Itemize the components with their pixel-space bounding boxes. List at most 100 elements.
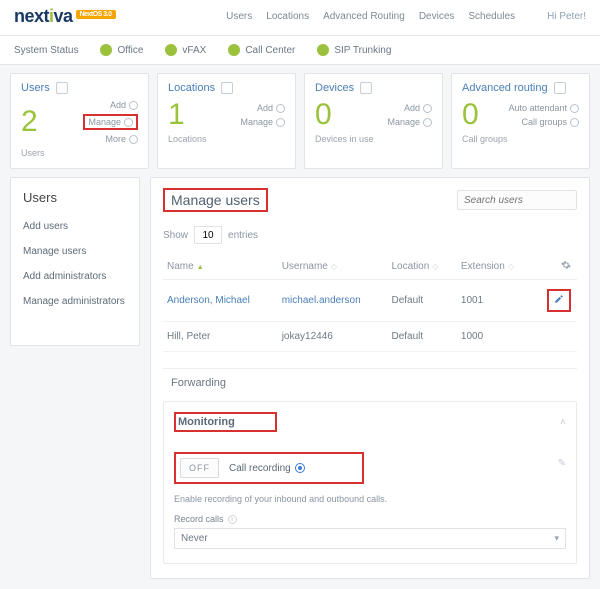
col-settings bbox=[534, 254, 577, 280]
card-devices-sub: Devices in use bbox=[315, 134, 432, 144]
top-bar: nextiva NextOS 3.0 Users Locations Advan… bbox=[0, 0, 600, 36]
card-locations-add[interactable]: Add bbox=[257, 103, 285, 113]
card-locations-count: 1 bbox=[168, 100, 185, 130]
entries-label: entries bbox=[228, 230, 258, 241]
routing-icon bbox=[554, 82, 566, 94]
row-username[interactable]: jokay12446 bbox=[278, 322, 388, 352]
toggle-off-button[interactable]: OFF bbox=[180, 458, 219, 478]
radio-selected-icon bbox=[295, 463, 305, 473]
monitoring-desc: Enable recording of your inbound and out… bbox=[174, 494, 566, 504]
card-users: Users 2 Add Manage More Users bbox=[10, 73, 149, 169]
sec-call-center[interactable]: Call Center bbox=[228, 44, 295, 56]
brand-logo: nextiva NextOS 3.0 bbox=[14, 6, 116, 27]
col-extension[interactable]: Extension◇ bbox=[457, 254, 534, 280]
devices-icon bbox=[360, 82, 372, 94]
call-recording-toggle-row: OFF Call recording bbox=[174, 452, 364, 484]
nav-devices[interactable]: Devices bbox=[419, 11, 455, 22]
row-edit-highlight bbox=[547, 289, 571, 312]
nav-schedules[interactable]: Schedules bbox=[468, 11, 515, 22]
gear-icon bbox=[561, 260, 571, 270]
aa-icon bbox=[570, 104, 579, 113]
search-input[interactable] bbox=[457, 190, 577, 210]
edit-icon[interactable] bbox=[554, 294, 564, 304]
users-table: Name Username◇ Location◇ Extension◇ Ande… bbox=[163, 254, 577, 352]
sidemenu-manage-users[interactable]: Manage users bbox=[23, 246, 127, 257]
row-name[interactable]: Hill, Peter bbox=[163, 322, 278, 352]
card-users-add[interactable]: Add bbox=[110, 100, 138, 110]
entries-input[interactable] bbox=[194, 226, 222, 244]
summary-cards: Users 2 Add Manage More Users Locations … bbox=[0, 65, 600, 177]
user-greeting[interactable]: Hi Peter! bbox=[547, 11, 586, 22]
sidemenu-add-users[interactable]: Add users bbox=[23, 221, 127, 232]
card-advrouting-sub: Call groups bbox=[462, 134, 579, 144]
vfax-icon bbox=[165, 44, 177, 56]
card-advanced-routing: Advanced routing 0 Auto attendant Call g… bbox=[451, 73, 590, 169]
col-name[interactable]: Name bbox=[163, 254, 278, 280]
nav-advanced-routing[interactable]: Advanced Routing bbox=[323, 11, 405, 22]
card-users-title: Users bbox=[21, 82, 50, 94]
main-panel: Manage users Show entries Name Username◇… bbox=[150, 177, 590, 579]
nav-locations[interactable]: Locations bbox=[266, 11, 309, 22]
page-title: Manage users bbox=[163, 188, 268, 212]
sip-icon bbox=[317, 44, 329, 56]
office-icon bbox=[100, 44, 112, 56]
plus-icon bbox=[276, 104, 285, 113]
sec-vfax[interactable]: vFAX bbox=[165, 44, 206, 56]
row-extension: 1001 bbox=[457, 280, 534, 322]
sec-office[interactable]: Office bbox=[100, 44, 143, 56]
card-users-more[interactable]: More bbox=[105, 134, 138, 144]
locations-icon bbox=[221, 82, 233, 94]
table-row: Hill, Peter jokay12446 Default 1000 bbox=[163, 322, 577, 352]
card-locations: Locations 1 Add Manage Locations bbox=[157, 73, 296, 169]
row-name[interactable]: Anderson, Michael bbox=[163, 280, 278, 322]
call-recording-option[interactable]: Call recording bbox=[229, 463, 305, 474]
brand-prefix: next bbox=[14, 6, 49, 27]
forwarding-section[interactable]: Forwarding bbox=[163, 368, 577, 397]
sec-sip-trunking[interactable]: SIP Trunking bbox=[317, 44, 391, 56]
record-calls-value: Never bbox=[181, 533, 208, 544]
sidemenu-manage-admins[interactable]: Manage administrators bbox=[23, 296, 127, 307]
collapse-icon[interactable]: ˄ bbox=[560, 417, 566, 428]
record-calls-select[interactable]: Never ▾ bbox=[174, 528, 566, 549]
plus-icon bbox=[423, 104, 432, 113]
row-username[interactable]: michael.anderson bbox=[278, 280, 388, 322]
card-devices: Devices 0 Add Manage Devices in use bbox=[304, 73, 443, 169]
record-calls-label: Record calls i bbox=[174, 514, 566, 524]
card-users-manage[interactable]: Manage bbox=[83, 114, 138, 130]
row-location: Default bbox=[387, 322, 456, 352]
card-devices-count: 0 bbox=[315, 100, 332, 130]
row-location: Default bbox=[387, 280, 456, 322]
brand-suffix: va bbox=[54, 6, 73, 27]
sec-system-status[interactable]: System Status bbox=[14, 44, 78, 56]
more-icon bbox=[129, 135, 138, 144]
users-icon bbox=[56, 82, 68, 94]
sidemenu-add-admins[interactable]: Add administrators bbox=[23, 271, 127, 282]
plus-icon bbox=[129, 101, 138, 110]
table-row: Anderson, Michael michael.anderson Defau… bbox=[163, 280, 577, 322]
card-devices-title: Devices bbox=[315, 82, 354, 94]
nav-users[interactable]: Users bbox=[226, 11, 252, 22]
sidemenu-heading: Users bbox=[23, 190, 127, 205]
monitoring-title: Monitoring bbox=[174, 412, 277, 432]
chevron-down-icon: ▾ bbox=[554, 533, 559, 544]
show-label: Show bbox=[163, 230, 188, 241]
manage-icon bbox=[124, 118, 133, 127]
card-devices-add[interactable]: Add bbox=[404, 103, 432, 113]
card-advrouting-title: Advanced routing bbox=[462, 82, 548, 94]
col-username[interactable]: Username◇ bbox=[278, 254, 388, 280]
card-locations-manage[interactable]: Manage bbox=[240, 117, 285, 127]
card-users-sub: Users bbox=[21, 148, 138, 158]
monitoring-section: Monitoring ˄ OFF Call recording ✎ Enable… bbox=[163, 401, 577, 564]
card-locations-sub: Locations bbox=[168, 134, 285, 144]
card-advrouting-aa[interactable]: Auto attendant bbox=[508, 103, 579, 113]
edit-monitoring-icon[interactable]: ✎ bbox=[558, 458, 566, 469]
card-locations-title: Locations bbox=[168, 82, 215, 94]
info-icon[interactable]: i bbox=[228, 515, 237, 524]
card-advrouting-cg[interactable]: Call groups bbox=[521, 117, 579, 127]
col-location[interactable]: Location◇ bbox=[387, 254, 456, 280]
card-devices-manage[interactable]: Manage bbox=[387, 117, 432, 127]
cg-icon bbox=[570, 118, 579, 127]
card-advrouting-count: 0 bbox=[462, 100, 479, 130]
call-center-icon bbox=[228, 44, 240, 56]
card-users-count: 2 bbox=[21, 107, 38, 137]
